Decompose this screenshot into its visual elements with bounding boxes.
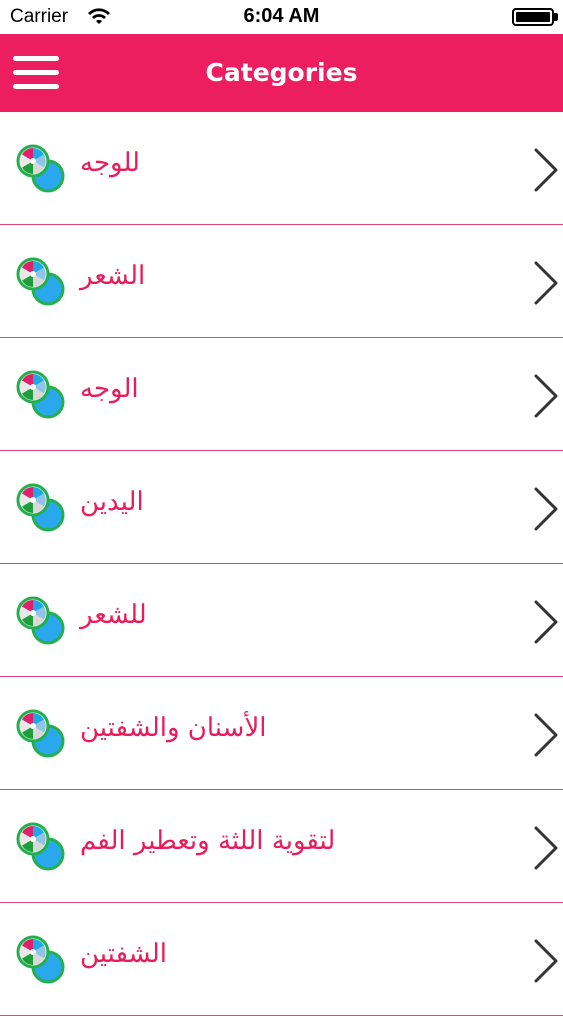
- category-label: اليدين: [80, 487, 144, 517]
- battery-level: [516, 12, 550, 22]
- category-row[interactable]: للشعر: [0, 564, 563, 677]
- chevron-right-icon[interactable]: [532, 487, 560, 531]
- category-icon: [14, 368, 68, 422]
- category-label: الشعر: [80, 261, 146, 291]
- page-title: Categories: [205, 58, 358, 87]
- category-icon: [14, 481, 68, 535]
- category-label: الوجه: [80, 374, 139, 404]
- category-icon: [14, 707, 68, 761]
- category-icon: [14, 594, 68, 648]
- clock: 6:04 AM: [243, 5, 320, 27]
- category-row[interactable]: الشفتين: [0, 903, 563, 1016]
- chevron-right-icon[interactable]: [532, 600, 560, 644]
- status-bar: Carrier 6:04 AM: [0, 0, 563, 34]
- category-icon: [14, 820, 68, 874]
- category-icon: [14, 255, 68, 309]
- chevron-right-icon[interactable]: [532, 826, 560, 870]
- category-list: للوجه الشعر الوجه اليدين للشعر الأسنان و…: [0, 112, 563, 1016]
- battery-tip: [554, 13, 558, 21]
- category-icon: [14, 142, 68, 196]
- category-icon: [14, 933, 68, 987]
- category-row[interactable]: لتقوية اللثة وتعطير الفم: [0, 790, 563, 903]
- category-row[interactable]: اليدين: [0, 451, 563, 564]
- category-label: الشفتين: [80, 939, 167, 969]
- nav-bar: Categories: [0, 34, 563, 112]
- category-row[interactable]: الوجه: [0, 338, 563, 451]
- category-label: الأسنان والشفتين: [80, 713, 267, 743]
- category-label: لتقوية اللثة وتعطير الفم: [80, 826, 336, 856]
- category-row[interactable]: الشعر: [0, 225, 563, 338]
- category-row[interactable]: للوجه: [0, 112, 563, 225]
- category-row[interactable]: الأسنان والشفتين: [0, 677, 563, 790]
- chevron-right-icon[interactable]: [532, 148, 560, 192]
- category-label: للوجه: [80, 148, 140, 178]
- chevron-right-icon[interactable]: [532, 374, 560, 418]
- chevron-right-icon[interactable]: [532, 261, 560, 305]
- category-label: للشعر: [80, 600, 147, 630]
- battery-icon: [512, 8, 554, 26]
- chevron-right-icon[interactable]: [532, 939, 560, 983]
- chevron-right-icon[interactable]: [532, 713, 560, 757]
